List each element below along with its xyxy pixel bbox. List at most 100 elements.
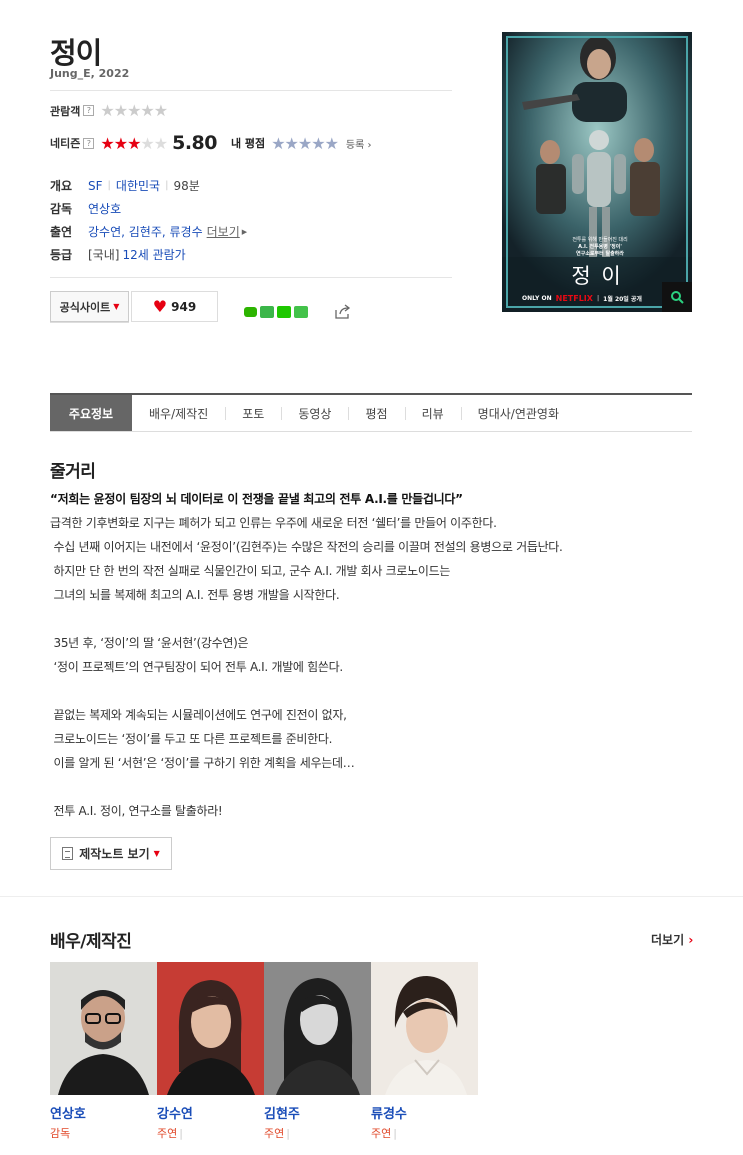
cast-card[interactable]: 강수연 주연 | [157,962,264,1141]
person-photo[interactable] [371,962,478,1095]
register-rating-link[interactable]: 등록 › [346,136,372,151]
tab-bar: 주요정보 배우/제작진 포토 동영상 평점 리뷰 명대사/연관영화 [50,393,692,432]
heart-icon: ♥ [152,296,168,316]
movie-info: 개요 SF | 대한민국 | 98분 감독 연상호 출연 강수연, 김현주, 류… [50,174,247,266]
cast-row: 출연 강수연, 김현주, 류경수 더보기 ▶ [50,220,247,243]
person-name[interactable]: 김현주 [264,1103,371,1122]
synopsis-line [50,607,670,631]
synopsis-line: 급격한 기후변화로 지구는 폐허가 되고 인류는 우주에 새로운 터전 ‘쉘터’… [50,516,497,530]
person-name[interactable]: 연상호 [50,1103,157,1122]
synopsis-line: 크로노이드는 ‘정이’를 두고 또 다른 프로젝트를 준비한다. [50,732,333,746]
chevron-right-icon: › [688,933,694,947]
cast-card[interactable]: 연상호 감독 [50,962,157,1141]
cast-label: 출연 [50,225,73,239]
my-rating-stars[interactable]: ★★★★★ [271,134,339,153]
poster-release-bar: ONLY ON NETFLIX | 1월 20일 공개 [522,294,642,303]
audience-rating: 관람객 ? ★★★★★ [50,101,168,120]
poster-tagline: 전투를 위해 만들어진 대리 A.I. 전투용병 '정이' 연구소로부터 탈출하… [572,237,628,257]
cast-list: 연상호 감독 강수연 주연 | 김현주 주연 | 류경수 주연 | [50,962,478,1141]
divider [50,90,452,91]
grade-link[interactable]: 12세 관람가 [122,246,185,263]
caret-down-icon: ▼ [153,849,160,858]
person-photo[interactable] [50,962,157,1095]
cast-card[interactable]: 류경수 주연 | [371,962,478,1141]
document-icon [62,847,74,860]
cast-more-link[interactable]: 더보기 › [651,931,693,948]
grade-prefix: [국내] [88,248,120,262]
person-name[interactable]: 류경수 [371,1103,478,1122]
country-link[interactable]: 대한민국 [116,177,160,194]
netizen-score: 5.80 [172,132,217,154]
movie-poster[interactable]: 전투를 위해 만들어진 대리 A.I. 전투용병 '정이' 연구소로부터 탈출하… [502,32,692,312]
person-role: 주연 | [264,1127,290,1140]
netizen-rating: 네티즌 ? ★★★★★ 5.80 내 평점 ★★★★★ 등록 › [50,132,372,154]
tab-video[interactable]: 동영상 [281,395,348,431]
synopsis-line: 끝없는 복제와 계속되는 시뮬레이션에도 연구에 진전이 없자, [50,708,347,722]
grade-label: 등급 [50,248,73,262]
audience-label: 관람객 [50,104,81,118]
cast-heading: 배우/제작진 [50,932,132,952]
cafe-icon[interactable] [294,306,308,318]
like-count: 949 [171,299,197,314]
search-icon[interactable] [662,282,692,312]
director-link[interactable]: 연상호 [88,200,121,217]
overview-row: 개요 SF | 대한민국 | 98분 [50,174,247,197]
overview-label: 개요 [50,179,73,193]
production-note-button[interactable]: 제작노트 보기 ▼ [50,837,172,870]
person-photo[interactable] [264,962,371,1095]
synopsis-line [50,679,670,703]
synopsis-heading: 줄거리 [50,462,96,482]
netizen-label: 네티즌 [50,137,81,150]
person-role: 주연 | [371,1127,397,1140]
my-rating-label: 내 평점 [230,137,266,150]
person-photo[interactable] [157,962,264,1095]
audience-stars: ★★★★★ [100,101,168,120]
tab-cast-crew[interactable]: 배우/제작진 [132,395,225,431]
tab-main-info[interactable]: 주요정보 [50,395,132,431]
netizen-stars: ★★★★★ [100,133,168,153]
tab-review[interactable]: 리뷰 [404,395,461,431]
person-name[interactable]: 강수연 [157,1103,264,1122]
official-site-button[interactable]: 공식사이트 ▼ [50,291,129,322]
separator: | [165,180,169,191]
divider [50,277,452,278]
cast-more-link[interactable]: 더보기 [207,223,240,240]
synopsis-paragraphs: 급격한 기후변화로 지구는 폐허가 되고 인류는 우주에 새로운 터전 ‘쉘터’… [50,511,670,823]
synopsis-lead: “저희는 윤정이 팀장의 뇌 데이터로 이 전쟁을 끝낼 최고의 전투 A.I.… [50,492,463,506]
genre-link[interactable]: SF [88,179,103,193]
tab-quotes-related[interactable]: 명대사/연관영화 [460,395,576,431]
tab-photo[interactable]: 포토 [225,395,281,431]
synopsis-line: 그녀의 뇌를 복제해 최고의 A.I. 전투 용병 개발을 시작한다. [50,588,340,602]
synopsis-line: 35년 후, ‘정이’의 딸 ‘윤서현’(강수연)은 [50,636,249,650]
person-role: 감독 [50,1127,71,1140]
section-divider [0,896,743,897]
blog-icon[interactable] [277,306,291,318]
director-label: 감독 [50,202,73,216]
netflix-logo: NETFLIX [555,294,593,303]
like-button[interactable]: ♥ 949 [131,291,218,322]
synopsis-line: ‘정이 프로젝트’의 연구팀장이 되어 전투 A.I. 개발에 힘쓴다. [50,660,344,674]
share-icon[interactable] [334,304,352,320]
cast-card[interactable]: 김현주 주연 | [264,962,371,1141]
runtime: 98분 [173,179,200,193]
synopsis-line: 수십 년째 이어지는 내전에서 ‘윤정이’(김현주)는 수많은 작전의 승리를 … [50,540,563,554]
share-icons [244,306,308,318]
movie-title: 정이 [50,36,102,70]
separator: | [107,180,111,191]
synopsis-line: 이를 알게 된 ‘서현’은 ‘정이’를 구하기 위한 계획을 세우는데… [50,756,355,770]
director-row: 감독 연상호 [50,197,247,220]
caret-right-icon: ▶ [241,227,248,236]
synopsis-line [50,775,670,799]
cast-links[interactable]: 강수연, 김현주, 류경수 [88,223,203,240]
tab-rating[interactable]: 평점 [348,395,404,431]
synopsis-line: 전투 A.I. 정이, 연구소를 탈출하라! [50,804,223,818]
band-icon[interactable] [260,306,274,318]
movie-subtitle: Jung_E, 2022 [50,67,130,80]
help-icon[interactable]: ? [83,105,95,116]
naver-talk-icon[interactable] [244,307,257,317]
help-icon[interactable]: ? [83,137,95,149]
person-role: 주연 | [157,1127,183,1140]
synopsis-body: “저희는 윤정이 팀장의 뇌 데이터로 이 전쟁을 끝낼 최고의 전투 A.I.… [50,487,670,823]
grade-row: 등급 [국내] 12세 관람가 [50,243,247,266]
caret-down-icon: ▼ [113,302,120,311]
